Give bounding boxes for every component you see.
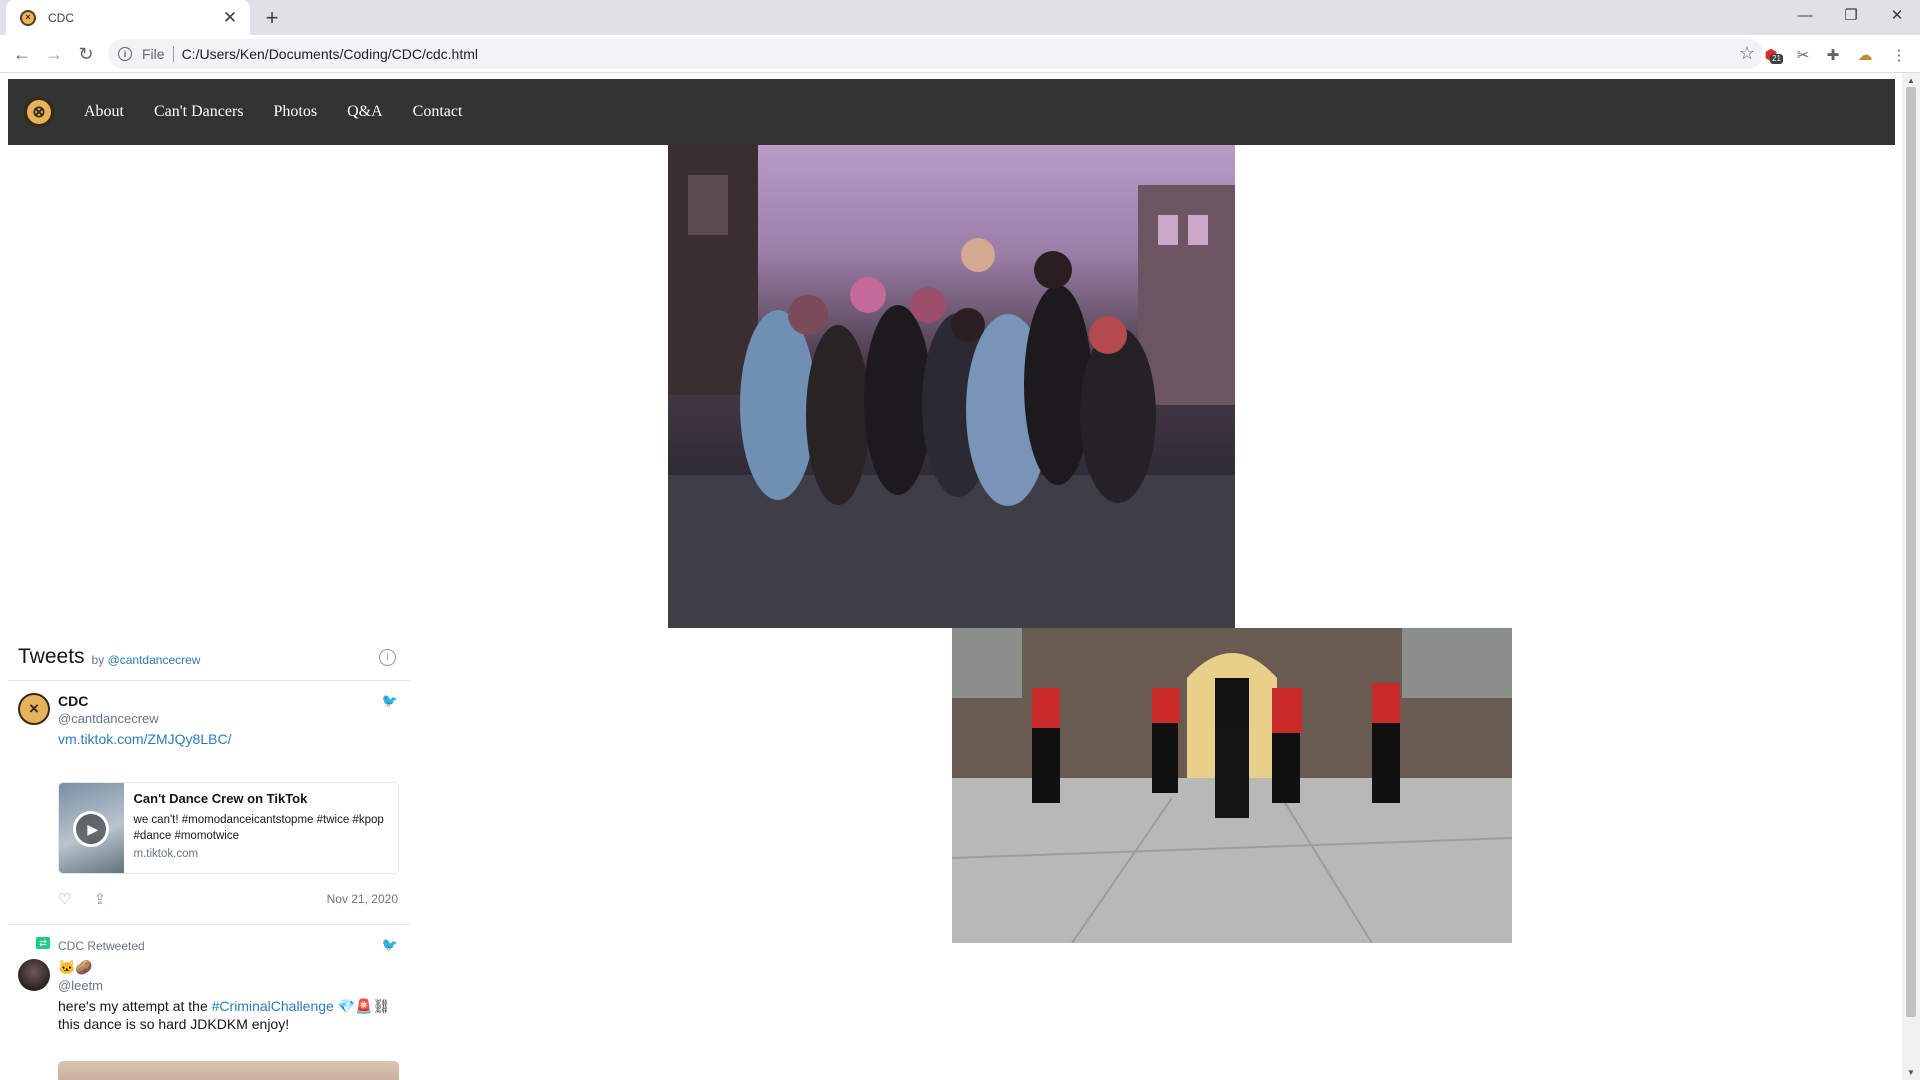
- tweet-link[interactable]: vm.tiktok.com/ZMJQy8LBC/: [58, 731, 231, 747]
- omnibox-divider: [172, 46, 174, 62]
- scroll-down-icon[interactable]: ▼: [1906, 1067, 1916, 1077]
- url-text[interactable]: C:/Users/Ken/Documents/Coding/CDC/cdc.ht…: [182, 46, 478, 62]
- tweet-text: here's my attempt at the #CriminalChalle…: [58, 997, 398, 1033]
- profile-avatar-icon[interactable]: ☁: [1854, 44, 1876, 66]
- browser-tabstrip: × CDC ✕ + — ❐ ✕: [0, 0, 1920, 35]
- tweet-author-handle[interactable]: @leetm: [58, 978, 398, 993]
- tweet-date[interactable]: Nov 21, 2020: [327, 892, 398, 906]
- nav-link-qa[interactable]: Q&A: [347, 103, 383, 121]
- scroll-up-icon[interactable]: ▲: [1906, 75, 1916, 85]
- tweet[interactable]: × 🐦 CDC @cantdancecrew vm.tiktok.com/ZMJ…: [8, 681, 410, 925]
- nav-link-contact[interactable]: Contact: [413, 103, 463, 121]
- avatar[interactable]: [18, 959, 50, 991]
- browser-tab[interactable]: × CDC ✕: [6, 0, 250, 35]
- tweet-text-before: here's my attempt at the: [58, 998, 212, 1014]
- tweet-author-name[interactable]: CDC: [58, 693, 398, 709]
- share-icon[interactable]: ⇪: [93, 890, 106, 908]
- menu-kebab-icon[interactable]: ⋮: [1888, 44, 1910, 66]
- timeline-by-label: by: [91, 652, 105, 667]
- group-photo-street: [668, 145, 1235, 628]
- scroll-thumb[interactable]: [1906, 87, 1916, 1017]
- site-navbar: ⊗ About Can't Dancers Photos Q&A Contact: [8, 79, 1895, 145]
- play-icon[interactable]: ▶: [73, 811, 110, 847]
- back-arrow-icon[interactable]: ←: [8, 40, 36, 68]
- info-icon[interactable]: i: [379, 649, 396, 666]
- restore-window-icon[interactable]: ❐: [1828, 0, 1874, 30]
- timeline-header: Tweets by @cantdancecrew i: [8, 633, 410, 681]
- nav-link-about[interactable]: About: [84, 103, 124, 121]
- cdc-logo-icon[interactable]: ⊗: [24, 97, 54, 127]
- card-title: Can't Dance Crew on TikTok: [133, 791, 308, 806]
- ublock-extension-icon[interactable]: ⬢21: [1760, 44, 1783, 66]
- nav-link-photos[interactable]: Photos: [274, 103, 318, 121]
- timeline-title: Tweets: [18, 644, 85, 668]
- extension-badge: 21: [1770, 54, 1783, 64]
- timeline-by: by @cantdancecrew: [92, 653, 201, 667]
- heart-icon[interactable]: ♡: [58, 890, 71, 908]
- twitter-timeline: Tweets by @cantdancecrew i × 🐦 CDC @cant…: [8, 633, 410, 1080]
- tweet-emojis: 💎🚨⛓: [333, 998, 391, 1014]
- cdc-favicon-icon: ×: [20, 9, 36, 26]
- reload-icon[interactable]: ↻: [72, 40, 100, 68]
- tweet-actions: ♡ ⇪ Nov 21, 2020: [58, 874, 398, 924]
- tweet-author-handle[interactable]: @cantdancecrew: [58, 711, 398, 726]
- browser-toolbar: ← → ↻ i File C:/Users/Ken/Documents/Codi…: [0, 35, 1920, 73]
- tab-title: CDC: [48, 10, 74, 25]
- avatar[interactable]: ×: [18, 693, 50, 725]
- address-bar[interactable]: i File C:/Users/Ken/Documents/Coding/CDC…: [108, 39, 1763, 69]
- extension-icon[interactable]: ✚: [1822, 44, 1844, 66]
- star-icon[interactable]: ☆: [1739, 43, 1755, 64]
- nav-link-cant-dancers[interactable]: Can't Dancers: [154, 103, 244, 121]
- page-scrollbar[interactable]: ▲ ▼: [1902, 73, 1920, 1080]
- forward-arrow-icon[interactable]: →: [40, 40, 68, 68]
- tweet[interactable]: ⇄ CDC Retweeted 🐦 🐱🥔 @leetm here's my at…: [8, 925, 410, 1080]
- card-thumbnail: ▶: [59, 783, 124, 873]
- page-viewport: ⊗ About Can't Dancers Photos Q&A Contact: [0, 73, 1920, 1080]
- close-window-icon[interactable]: ✕: [1874, 0, 1920, 30]
- group-photo-courtyard-art: [952, 628, 1512, 943]
- group-photo-street-art: [668, 145, 1235, 628]
- twitter-bird-icon[interactable]: 🐦: [382, 937, 398, 953]
- link-card[interactable]: ▶ Can't Dance Crew on TikTok we can't! #…: [58, 782, 399, 874]
- tweet-author-name[interactable]: 🐱🥔: [58, 959, 398, 976]
- tools-extension-icon[interactable]: ✂: [1792, 44, 1814, 66]
- info-icon[interactable]: i: [118, 47, 132, 61]
- card-description: we can't! #momodanceicantstopme #twice #…: [133, 814, 384, 842]
- tweet-text-after: this dance is so hard JDKDKM enjoy!: [58, 1016, 290, 1032]
- retweet-icon: ⇄: [36, 937, 50, 949]
- twitter-bird-icon[interactable]: 🐦: [382, 693, 398, 709]
- retweet-label: CDC Retweeted: [58, 939, 145, 953]
- card-domain: m.tiktok.com: [133, 848, 199, 860]
- scheme-label: File: [142, 46, 165, 62]
- hashtag-link[interactable]: #CriminalChallenge: [212, 998, 334, 1014]
- close-tab-icon[interactable]: ✕: [220, 8, 240, 28]
- new-tab-button[interactable]: +: [258, 4, 286, 32]
- timeline-handle-link[interactable]: @cantdancecrew: [108, 653, 201, 667]
- group-photo-courtyard: [952, 628, 1512, 943]
- tweet-media-preview[interactable]: [58, 1061, 399, 1080]
- minimize-window-icon[interactable]: —: [1782, 0, 1828, 30]
